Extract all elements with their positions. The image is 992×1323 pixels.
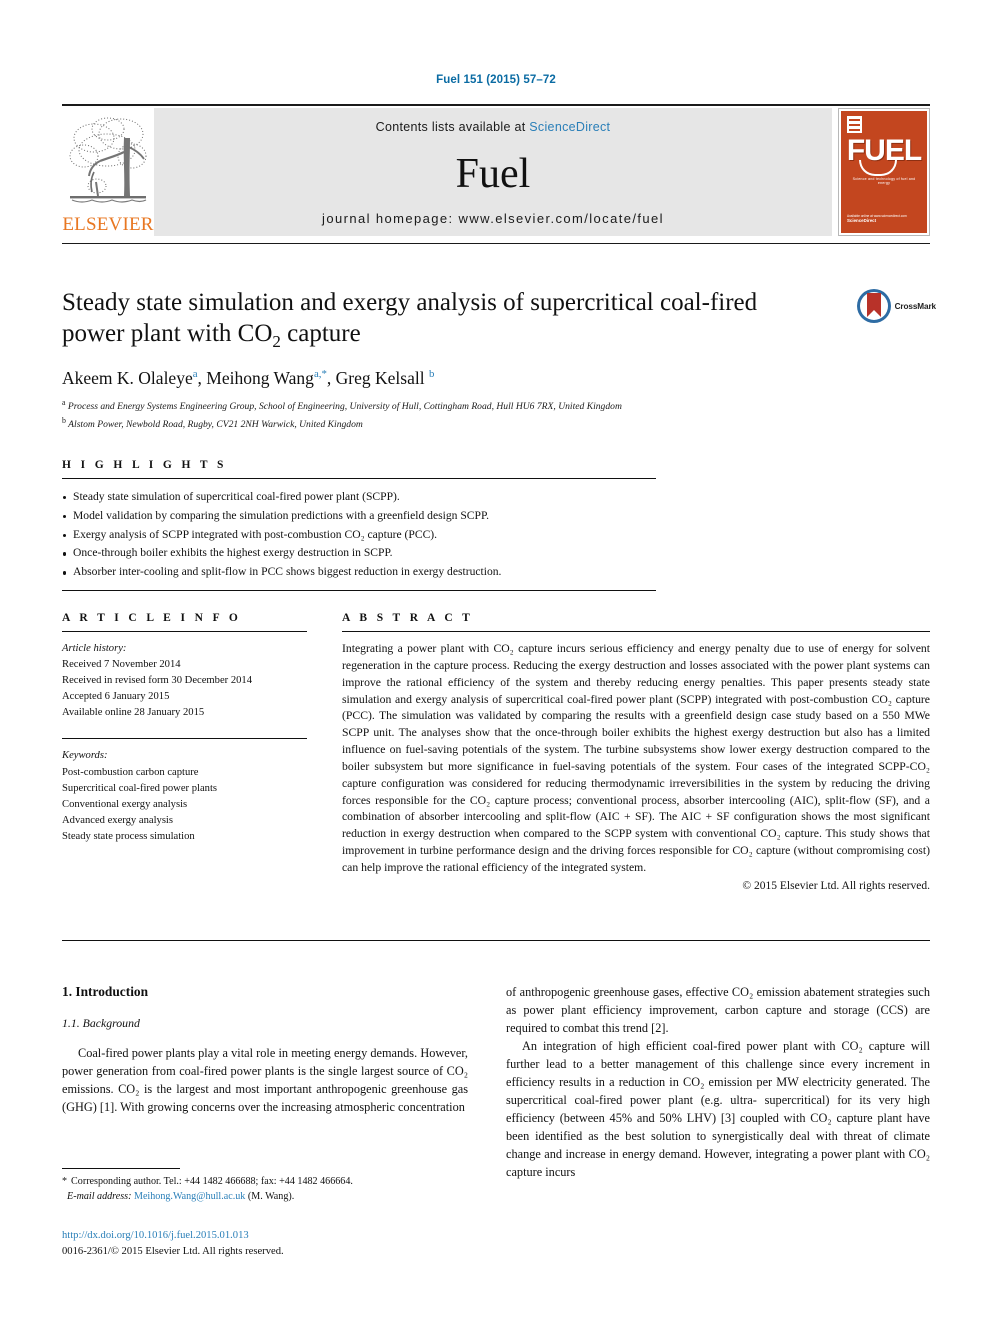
author-name-3: Greg Kelsall [335,367,425,388]
list-item: Exergy analysis of SCPP integrated with … [62,526,656,545]
running-head: Fuel 151 (2015) 57–72 [436,74,556,86]
journal-cover-footer-line2: ScienceDirect [847,218,877,224]
title-subscript: 2 [272,331,281,351]
email-address-label: E-mail address: [67,1191,132,1203]
affiliation-mark-a: a [62,398,66,408]
keyword-item: Supercritical coal-fired power plants [62,782,218,794]
keyword-item: Post-combustion carbon capture [62,766,199,778]
journal-cover-thumbnail: FUEL Science and technology of fuel and … [838,108,930,236]
page-title: Steady state simulation and exergy analy… [62,288,822,353]
keywords-block: Keywords: Post-combustion carbon capture… [62,748,307,845]
affiliation-text-b: Alstom Power, Newbold Road, Rugby, CV21 … [68,419,363,431]
journal-cover-subtitle: Science and technology of fuel and energ… [852,177,916,185]
crossmark-icon [856,289,891,323]
masthead-bottom-rule [62,243,930,244]
affiliation-mark-b: b [62,416,66,426]
author-affil-mark-3[interactable]: b [429,368,434,380]
abstract-heading: A B S T R A C T [342,612,474,624]
masthead-center-panel: Contents lists available at ScienceDirec… [154,108,832,236]
journal-cover-swoosh-icon [859,160,897,176]
elsevier-tree-icon [69,117,147,203]
keyword-item: Steady state process simulation [62,830,195,842]
crossmark-label: CrossMark [894,301,937,311]
highlights-section: H I G H L I G H T S Steady state simulat… [62,459,656,591]
author-list: Akeem K. Olaleyea, Meihong Wanga,*, Greg… [62,367,435,388]
author-name-2: Meihong Wang [206,367,314,388]
body-column-right: of anthropogenic greenhouse gases, effec… [506,984,930,1181]
highlights-bottom-rule [62,589,656,591]
doi-link[interactable]: http://dx.doi.org/10.1016/j.fuel.2015.01… [62,1228,482,1244]
body-separator-rule [62,940,930,941]
sciencedirect-link[interactable]: ScienceDirect [529,120,610,134]
article-info-top-rule [62,631,307,632]
highlights-heading: H I G H L I G H T S [62,459,227,471]
article-history-item: Received 7 November 2014 [62,659,181,671]
keywords-label: Keywords: [62,750,108,762]
article-info-section: A R T I C L E I N F O Article history: R… [62,612,307,845]
journal-cover-badge-icon [847,116,862,136]
title-line-2-post: capture [280,319,361,347]
journal-masthead: ELSEVIER Contents lists available at Sci… [62,108,930,236]
subsection-heading-background: 1.1. Background [62,1016,140,1030]
paragraph: An integration of high efficient coal-fi… [506,1038,930,1179]
article-history-item: Received in revised form 30 December 201… [62,675,253,687]
highlights-list: Steady state simulation of supercritical… [62,488,656,582]
footnote-star-marker: * [62,1176,68,1187]
elsevier-logo: ELSEVIER [62,108,154,236]
affiliation-list: a Process and Energy Systems Engineering… [62,397,822,433]
journal-cover-footer-line1: Available online at www.sciencedirect.co… [847,213,907,218]
author-affil-mark-1[interactable]: a [193,368,198,380]
crossmark-badge[interactable]: CrossMark [856,288,936,324]
email-owner: (M. Wang). [247,1191,295,1203]
list-item: Model validation by comparing the simula… [62,507,656,526]
journal-homepage-link[interactable]: journal homepage: www.elsevier.com/locat… [322,211,664,226]
journal-cover-art: FUEL Science and technology of fuel and … [841,111,927,233]
paragraph: Coal-fired power plants play a vital rol… [62,1046,468,1114]
article-history-item: Accepted 6 January 2015 [62,691,170,703]
abstract-copyright: © 2015 Elsevier Ltd. All rights reserved… [742,879,930,892]
affiliation-a: a Process and Energy Systems Engineering… [62,397,822,415]
list-item: Once-through boiler exhibits the highest… [62,544,656,563]
journal-title: Fuel [455,150,531,197]
body-column-left: 1. Introduction 1.1. Background Coal-fir… [62,984,468,1117]
article-history-block: Article history: Received 7 November 201… [62,641,307,721]
footnote-rule [62,1168,180,1169]
highlights-top-rule [62,478,656,479]
contents-prefix: Contents lists available at [375,120,530,134]
article-history-item: Available online 28 January 2015 [62,707,205,719]
keyword-item: Advanced exergy analysis [62,814,174,826]
abstract-section: A B S T R A C T Integrating a power plan… [342,612,930,892]
author-affil-mark-2[interactable]: a,* [314,368,327,380]
article-info-heading: A R T I C L E I N F O [62,612,242,624]
article-history-label: Article history: [62,643,127,654]
elsevier-wordmark: ELSEVIER [62,214,154,235]
corresponding-author-text: Corresponding author. Tel.: +44 1482 466… [71,1176,353,1187]
contents-available-line: Contents lists available at ScienceDirec… [376,120,611,134]
affiliation-text-a: Process and Energy Systems Engineering G… [67,401,622,413]
title-line-2-pre: power plant with CO [62,319,273,347]
title-block: Steady state simulation and exergy analy… [62,288,822,434]
issn-copyright: 0016-2361/© 2015 Elsevier Ltd. All right… [62,1245,284,1257]
masthead-top-rule [62,104,930,106]
footer-doi-block: http://dx.doi.org/10.1016/j.fuel.2015.01… [62,1228,482,1260]
title-line-1: Steady state simulation and exergy analy… [62,289,758,316]
journal-cover-footer: Available online at www.sciencedirect.co… [847,214,907,225]
email-address-link[interactable]: Meihong.Wang@hull.ac.uk [134,1191,245,1202]
article-info-mid-rule [62,738,307,740]
affiliation-b: b Alstom Power, Newbold Road, Rugby, CV2… [62,415,822,433]
paragraph: of anthropogenic greenhouse gases, effec… [506,985,930,1035]
abstract-top-rule [342,631,930,632]
list-item: Steady state simulation of supercritical… [62,488,656,507]
author-name-1: Akeem K. Olaleye [62,367,193,388]
abstract-text: Integrating a power plant with CO₂ captu… [342,642,930,874]
article-page: Fuel 151 (2015) 57–72 ELSEVIER Contents … [0,0,992,1323]
list-item: Absorber inter-cooling and split-flow in… [62,563,656,582]
section-heading-introduction: 1. Introduction [62,984,149,999]
keyword-item: Conventional exergy analysis [62,798,188,810]
footnote-block: * Corresponding author. Tel.: +44 1482 46… [62,1168,468,1204]
corresponding-author-note: * Corresponding author. Tel.: +44 1482 46… [62,1174,468,1204]
